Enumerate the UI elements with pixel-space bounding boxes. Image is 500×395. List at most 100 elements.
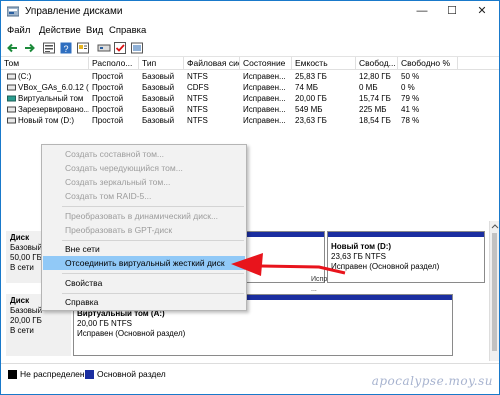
volume-status: Исправен... <box>243 94 286 103</box>
column-header-type[interactable]: Тип <box>139 57 184 70</box>
partition-size: 20,00 ГБ NTFS <box>77 319 132 328</box>
volume-type: Базовый <box>142 116 175 125</box>
volume-type: Базовый <box>142 94 175 103</box>
menu-item-create-spanned[interactable]: Создать составной том... <box>43 147 245 161</box>
volume-capacity: 74 МБ <box>295 83 319 92</box>
volume-type: Базовый <box>142 105 175 114</box>
column-header-free[interactable]: Свобод... <box>356 57 398 70</box>
volume-row[interactable]: (C:) Простой Базовый NTFS Исправен... 25… <box>1 71 499 82</box>
volume-filesystem: NTFS <box>187 116 208 125</box>
disk-management-window: Управление дисками — ☐ ✕ Файл Действие В… <box>0 0 500 395</box>
disk-list-icon[interactable] <box>42 41 56 55</box>
help-icon[interactable]: ? <box>59 41 73 55</box>
volume-layout: Простой <box>92 116 124 125</box>
menu-item-create-mirrored[interactable]: Создать зеркальный том... <box>43 175 245 189</box>
menu-bar: Файл Действие Вид Справка <box>1 23 499 39</box>
legend-bar: Не распределена Основной раздел apocalyp… <box>1 363 499 394</box>
volume-free: 18,54 ГБ <box>359 116 391 125</box>
volume-free-percent: 78 % <box>401 116 420 125</box>
forward-icon[interactable] <box>22 41 36 55</box>
volume-capacity: 23,63 ГБ <box>295 116 327 125</box>
volume-name: Новый том (D:) <box>18 116 74 125</box>
close-button[interactable]: ✕ <box>467 1 497 21</box>
minimize-button[interactable]: — <box>407 1 437 21</box>
volume-filesystem: NTFS <box>187 105 208 114</box>
menu-separator <box>62 273 244 274</box>
volume-name: Виртуальный том <box>18 94 84 103</box>
disk-1-partition-2[interactable]: Новый том (D:) 23,63 ГБ NTFS Исправен (О… <box>327 231 485 283</box>
partition-name: Новый том (D:) <box>331 242 392 251</box>
volume-layout: Простой <box>92 94 124 103</box>
properties-icon[interactable] <box>76 41 90 55</box>
volume-type: Базовый <box>142 83 175 92</box>
title-bar: Управление дисками — ☐ ✕ <box>1 1 499 23</box>
disk-2-state: В сети <box>10 326 34 335</box>
menu-action[interactable]: Действие <box>39 25 81 36</box>
menu-help[interactable]: Справка <box>109 25 146 36</box>
scroll-up-icon[interactable] <box>491 223 499 229</box>
volume-status: Исправен... <box>243 116 286 125</box>
column-header-layout[interactable]: Располо... <box>89 57 139 70</box>
maximize-button[interactable]: ☐ <box>437 1 467 21</box>
menu-item-create-raid5[interactable]: Создать том RAID-5... <box>43 189 245 203</box>
connect-icon[interactable] <box>97 41 111 55</box>
menu-separator <box>62 293 244 294</box>
menu-item-help[interactable]: Справка <box>43 295 245 309</box>
legend-swatch-unallocated <box>8 370 17 379</box>
column-header-capacity[interactable]: Емкость <box>292 57 356 70</box>
volume-type: Базовый <box>142 72 175 81</box>
svg-text:?: ? <box>63 44 68 54</box>
menu-item-convert-dynamic[interactable]: Преобразовать в динамический диск... <box>43 209 245 223</box>
disk-management-app-icon <box>7 6 19 17</box>
volume-filesystem: CDFS <box>187 83 209 92</box>
partition-primary-bar <box>328 232 484 237</box>
context-menu: Создать составной том... Создать чередую… <box>41 144 247 311</box>
menu-item-offline[interactable]: Вне сети <box>43 242 245 256</box>
check-icon[interactable] <box>113 41 127 55</box>
volume-free-percent: 79 % <box>401 94 420 103</box>
partition-size: 23,63 ГБ NTFS <box>331 252 386 261</box>
menu-separator <box>62 206 244 207</box>
menu-item-properties[interactable]: Свойства <box>43 276 245 290</box>
volume-free-percent: 0 % <box>401 83 415 92</box>
volume-filesystem: NTFS <box>187 94 208 103</box>
volume-free: 225 МБ <box>359 105 387 114</box>
legend-primary: Основной раздел <box>97 369 166 379</box>
volume-capacity: 20,00 ГБ <box>295 94 327 103</box>
volume-free: 12,80 ГБ <box>359 72 391 81</box>
volume-row[interactable]: Виртуальный том Простой Базовый NTFS Исп… <box>1 93 499 104</box>
menu-item-create-striped[interactable]: Создать чередующийся том... <box>43 161 245 175</box>
volume-status: Исправен... <box>243 105 286 114</box>
partition-status: Исправен (Основной раздел) <box>331 262 440 271</box>
menu-file[interactable]: Файл <box>7 25 30 36</box>
column-header-filesystem[interactable]: Файловая сис... <box>184 57 240 70</box>
column-header-volume[interactable]: Том <box>1 57 89 70</box>
volume-layout: Простой <box>92 83 124 92</box>
disk-2-size: 20,00 ГБ <box>10 316 42 325</box>
column-header-filler <box>458 57 499 70</box>
volume-capacity: 549 МБ <box>295 105 323 114</box>
volume-free-percent: 50 % <box>401 72 420 81</box>
volume-layout: Простой <box>92 105 124 114</box>
legend-unallocated: Не распределена <box>20 369 90 379</box>
volume-free-percent: 41 % <box>401 105 420 114</box>
window-title: Управление дисками <box>25 6 123 17</box>
scrollbar-thumb[interactable] <box>492 233 497 351</box>
menu-item-detach-vhd[interactable]: Отсоединить виртуальный жесткий диск <box>43 256 245 270</box>
volume-free: 15,74 ГБ <box>359 94 391 103</box>
vertical-scrollbar[interactable] <box>489 221 499 361</box>
menu-item-convert-gpt[interactable]: Преобразовать в GPT-диск <box>43 223 245 237</box>
refresh-icon[interactable] <box>130 41 144 55</box>
column-header-status[interactable]: Состояние <box>240 57 292 70</box>
volume-free: 0 МБ <box>359 83 378 92</box>
volume-name: VBox_GAs_6.0.12 (E:) <box>18 83 89 92</box>
volume-row[interactable]: Зарезервировано... Простой Базовый NTFS … <box>1 104 499 115</box>
column-header-free-percent[interactable]: Свободно % <box>398 57 458 70</box>
volume-status: Исправен... <box>243 83 286 92</box>
back-icon[interactable] <box>6 41 20 55</box>
volume-row[interactable]: VBox_GAs_6.0.12 (E:) Простой Базовый CDF… <box>1 82 499 93</box>
volume-filesystem: NTFS <box>187 72 208 81</box>
menu-view[interactable]: Вид <box>86 25 103 36</box>
volume-row[interactable]: Новый том (D:) Простой Базовый NTFS Испр… <box>1 115 499 126</box>
watermark: apocalypse.moy.su <box>371 374 493 388</box>
